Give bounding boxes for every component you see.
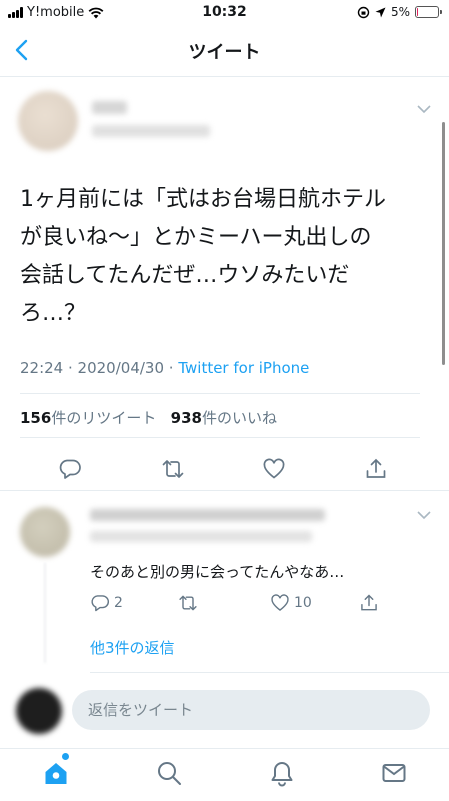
author-handle-redacted <box>92 125 210 137</box>
retweet-count: 156 <box>20 409 52 427</box>
more-replies-link[interactable]: 他3件の返信 <box>90 637 175 658</box>
author-name-redacted[interactable] <box>92 101 127 114</box>
my-avatar <box>16 688 62 734</box>
tweet-meta: 22:24 · 2020/04/30 · Twitter for iPhone <box>20 359 309 377</box>
avatar[interactable] <box>18 91 78 151</box>
status-right: 5% <box>357 5 442 19</box>
like-action[interactable]: 10 <box>270 593 312 613</box>
tweet-time: 22:24 <box>20 359 64 377</box>
tab-bar <box>0 748 449 801</box>
battery-icon <box>415 6 442 18</box>
home-icon[interactable] <box>42 759 70 787</box>
like-icon[interactable] <box>262 457 286 481</box>
divider <box>0 490 449 491</box>
nav-bar: ツイート <box>0 26 449 77</box>
like-count: 938 <box>170 409 202 427</box>
retweets-stat[interactable]: 156件のリツイート <box>20 409 156 427</box>
like-icon <box>271 594 289 611</box>
tweet-date: 2020/04/30 <box>77 359 165 377</box>
messages-icon[interactable] <box>380 759 408 787</box>
avatar[interactable] <box>20 507 70 557</box>
location-icon <box>375 7 386 17</box>
meta-separator: · <box>63 359 78 377</box>
tweet-source-link[interactable]: Twitter for iPhone <box>178 359 309 377</box>
divider <box>20 437 420 438</box>
tweet-stats: 156件のリツイート 938件のいいね <box>20 407 277 428</box>
reply-composer <box>0 676 449 748</box>
divider <box>20 393 420 394</box>
reply-action[interactable]: 2 <box>90 593 123 613</box>
status-bar: Y!mobile 10:32 5% <box>0 0 449 26</box>
retweet-icon <box>179 595 197 611</box>
share-icon <box>361 594 377 611</box>
like-label: 件のいいね <box>201 409 277 427</box>
reply-author-redacted[interactable] <box>90 509 325 521</box>
retweet-icon[interactable] <box>161 457 185 481</box>
retweet-action[interactable] <box>178 593 198 613</box>
reply-icon[interactable] <box>58 457 82 481</box>
retweet-label: 件のリツイート <box>51 409 157 427</box>
meta-separator-2: · <box>164 359 179 377</box>
caret-down-icon[interactable] <box>417 511 431 520</box>
thread-line <box>44 563 46 663</box>
reply-input[interactable] <box>72 690 430 730</box>
new-content-dot <box>62 753 69 760</box>
share-icon[interactable] <box>364 457 388 481</box>
rotation-lock-icon <box>357 6 370 18</box>
reply-like-count: 10 <box>294 595 312 611</box>
caret-down-icon[interactable] <box>417 105 431 114</box>
search-icon[interactable] <box>155 759 183 787</box>
reply-count: 2 <box>114 595 123 611</box>
page-title: ツイート <box>188 42 261 63</box>
likes-stat[interactable]: 938件のいいね <box>171 409 277 427</box>
battery-fill <box>417 8 418 16</box>
reply-icon <box>91 595 110 612</box>
battery-percent: 5% <box>390 5 410 19</box>
divider <box>90 672 449 673</box>
notifications-icon[interactable] <box>268 759 296 787</box>
reply-to-redacted <box>90 531 312 542</box>
tweet-text: 1ヶ月前には「式はお台場日航ホテル が良いね〜」とかミーハー丸出しの 会話してた… <box>20 187 386 326</box>
reply-text: そのあと別の男に会ってたんやなあ… <box>90 563 345 581</box>
scrollbar[interactable] <box>442 122 445 365</box>
share-action[interactable] <box>359 593 379 613</box>
